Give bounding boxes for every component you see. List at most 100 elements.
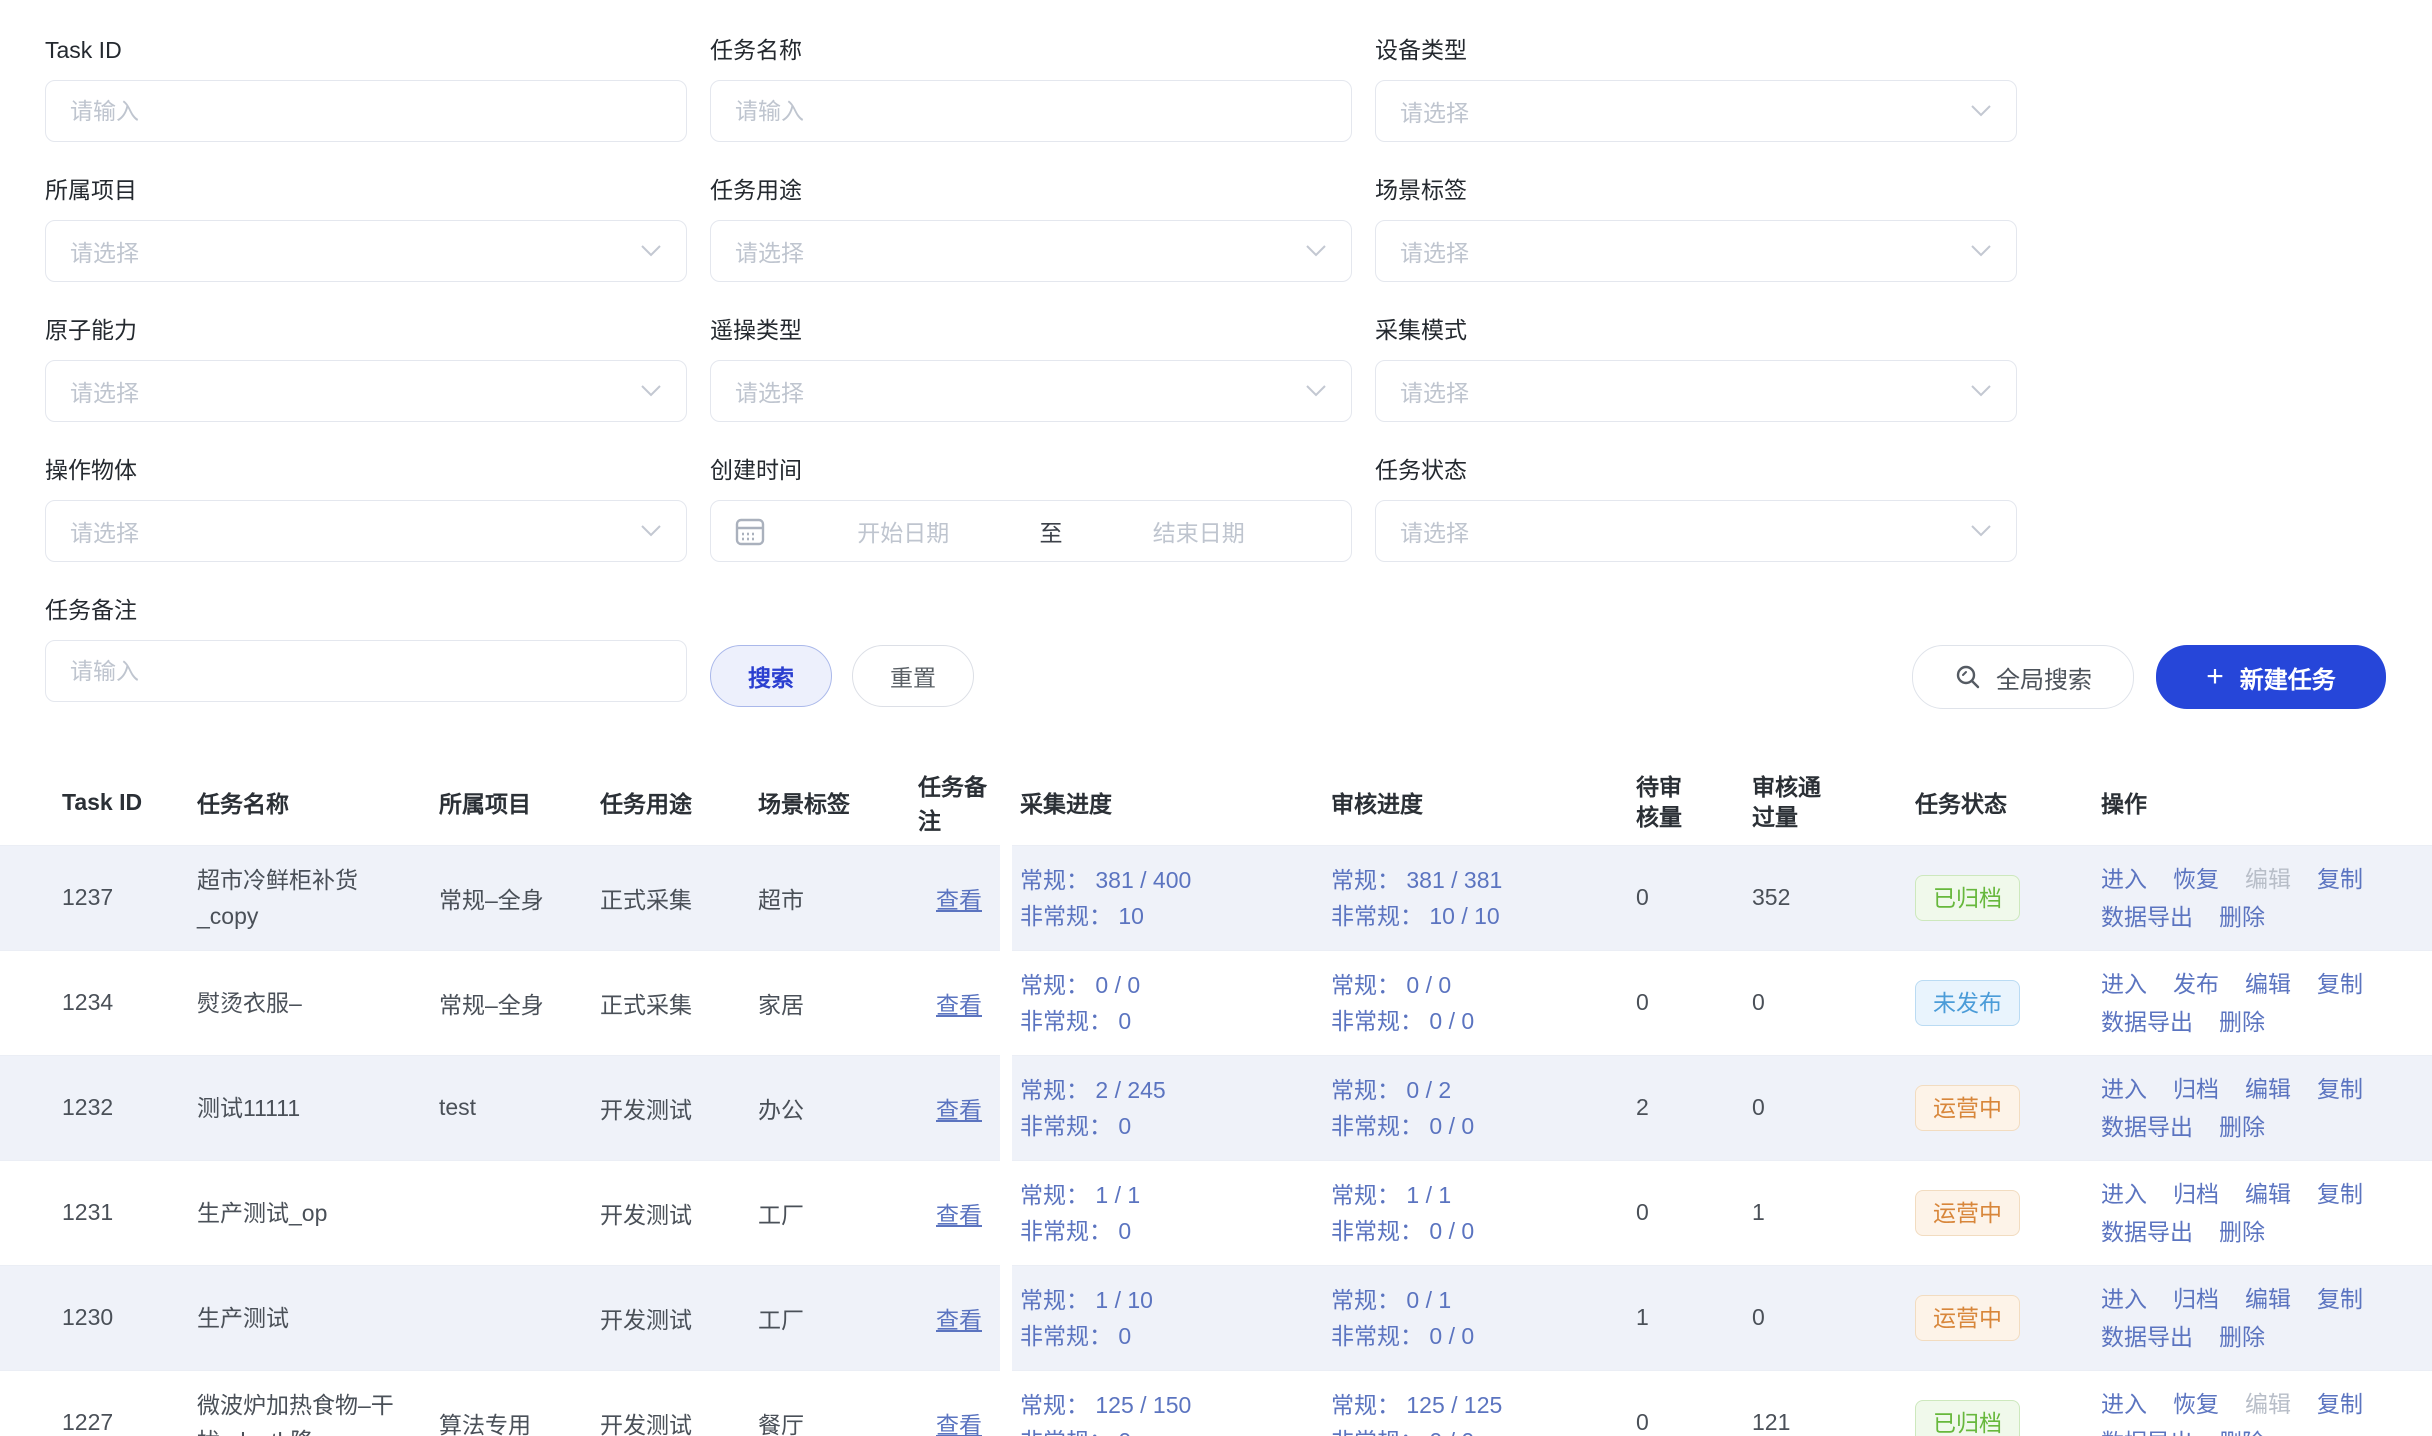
view-note-link[interactable]: 查看 — [936, 1307, 982, 1333]
row-action-link[interactable]: 发布 — [2173, 965, 2219, 1003]
collect-irregular: 非常规： 0 — [1020, 1213, 1307, 1249]
column-header-collect: 采集进度 — [1020, 760, 1331, 845]
row-action-link[interactable]: 进入 — [2101, 965, 2147, 1003]
atomic-select[interactable]: 请选择 — [45, 360, 687, 422]
row-action-link[interactable]: 删除 — [2219, 1318, 2265, 1356]
chevron-down-icon — [640, 244, 662, 258]
purpose-cell: 开发测试 — [600, 1370, 758, 1436]
search-button[interactable]: 搜索 — [710, 645, 832, 707]
row-action-link[interactable]: 删除 — [2219, 1003, 2265, 1041]
actions-cell: 进入归档编辑复制数据导出删除 — [2101, 1160, 2432, 1265]
task-id-cell: 1230 — [0, 1265, 197, 1370]
scene-tag-select[interactable]: 请选择 — [1375, 220, 2017, 282]
view-note-link[interactable]: 查看 — [936, 1202, 982, 1228]
toolbar-right: 全局搜索 + 新建任务 — [1912, 645, 2386, 709]
row-action-link[interactable]: 进入 — [2101, 1385, 2147, 1423]
collect-progress-cell: 常规： 125 / 150 非常规： 0 — [1020, 1370, 1331, 1436]
row-action-link[interactable]: 复制 — [2317, 860, 2363, 898]
collect-irregular: 非常规： 0 — [1020, 1108, 1307, 1144]
project-cell: 常规–全身 — [439, 845, 600, 950]
collect-irregular: 非常规： 0 — [1020, 1318, 1307, 1354]
row-action-link[interactable]: 进入 — [2101, 860, 2147, 898]
view-note-link[interactable]: 查看 — [936, 1097, 982, 1123]
project-select[interactable]: 请选择 — [45, 220, 687, 282]
row-action-link[interactable]: 编辑 — [2245, 1280, 2291, 1318]
pending-count-cell: 0 — [1636, 1370, 1752, 1436]
task-name-input[interactable] — [710, 80, 1352, 142]
status-cell: 运营中 — [1915, 1055, 2101, 1160]
status-badge: 运营中 — [1915, 1085, 2020, 1131]
reset-button[interactable]: 重置 — [852, 645, 974, 707]
task-table: Task ID 任务名称 所属项目 任务用途 场景标签 任务备注 采集进度 审核… — [0, 760, 2432, 1436]
row-action-link[interactable]: 编辑 — [2245, 965, 2291, 1003]
filter-label: 场景标签 — [1375, 176, 2017, 204]
view-note-link[interactable]: 查看 — [936, 1412, 982, 1436]
row-action-link[interactable]: 删除 — [2219, 1423, 2265, 1436]
collect-regular: 常规： 1 / 10 — [1020, 1282, 1307, 1318]
row-action-link[interactable]: 恢复 — [2173, 860, 2219, 898]
row-action-link[interactable]: 数据导出 — [2101, 898, 2193, 936]
row-action-link[interactable]: 复制 — [2317, 1280, 2363, 1318]
collect-mode-select[interactable]: 请选择 — [1375, 360, 2017, 422]
audit-progress-cell: 常规： 381 / 381 非常规： 10 / 10 — [1331, 845, 1636, 950]
row-actions: 进入发布编辑复制数据导出删除 — [2101, 971, 2389, 1035]
row-action-link[interactable]: 归档 — [2173, 1070, 2219, 1108]
fixed-column-divider — [1000, 760, 1012, 1436]
filter-label: 任务名称 — [710, 36, 1352, 64]
row-action-link[interactable]: 数据导出 — [2101, 1318, 2193, 1356]
remark-input[interactable] — [45, 640, 687, 702]
row-action-link[interactable]: 数据导出 — [2101, 1003, 2193, 1041]
row-action-link[interactable]: 恢复 — [2173, 1385, 2219, 1423]
status-cell: 已归档 — [1915, 1370, 2101, 1436]
audit-irregular: 非常规： 0 / 0 — [1331, 1108, 1612, 1144]
purpose-select[interactable]: 请选择 — [710, 220, 1352, 282]
collect-progress-cell: 常规： 2 / 245 非常规： 0 — [1020, 1055, 1331, 1160]
status-badge: 运营中 — [1915, 1190, 2020, 1236]
row-action-link[interactable]: 复制 — [2317, 1175, 2363, 1213]
filter-created-time: 创建时间 开始日期 至 结束日期 — [710, 456, 1352, 562]
row-action-link[interactable]: 归档 — [2173, 1175, 2219, 1213]
scene-cell: 工厂 — [758, 1265, 918, 1370]
row-action-link[interactable]: 删除 — [2219, 898, 2265, 936]
collect-progress-cell: 常规： 381 / 400 非常规： 10 — [1020, 845, 1331, 950]
row-action-link[interactable]: 编辑 — [2245, 1070, 2291, 1108]
status-select[interactable]: 请选择 — [1375, 500, 2017, 562]
start-date-field[interactable]: 开始日期 — [773, 514, 1034, 548]
audit-irregular: 非常规： 0 / 0 — [1331, 1318, 1612, 1354]
end-date-field[interactable]: 结束日期 — [1069, 514, 1330, 548]
row-action-link[interactable]: 进入 — [2101, 1070, 2147, 1108]
task-id-cell: 1227 — [0, 1370, 197, 1436]
global-search-button[interactable]: 全局搜索 — [1912, 645, 2134, 709]
row-action-link[interactable]: 数据导出 — [2101, 1108, 2193, 1146]
view-note-link[interactable]: 查看 — [936, 992, 982, 1018]
audit-progress-cell: 常规： 0 / 0 非常规： 0 / 0 — [1331, 950, 1636, 1055]
new-task-button[interactable]: + 新建任务 — [2156, 645, 2386, 709]
teleop-select[interactable]: 请选择 — [710, 360, 1352, 422]
filter-label: 创建时间 — [710, 456, 1352, 484]
row-action-link[interactable]: 数据导出 — [2101, 1423, 2193, 1436]
row-action-link[interactable]: 数据导出 — [2101, 1213, 2193, 1251]
filter-atomic: 原子能力 请选择 — [45, 316, 687, 422]
row-action-link[interactable]: 复制 — [2317, 1070, 2363, 1108]
row-action-link[interactable]: 删除 — [2219, 1108, 2265, 1146]
task-id-input[interactable] — [45, 80, 687, 142]
row-action-link[interactable]: 编辑 — [2245, 1175, 2291, 1213]
filter-label: 操作物体 — [45, 456, 687, 484]
row-actions: 进入归档编辑复制数据导出删除 — [2101, 1076, 2389, 1140]
row-action-link[interactable]: 进入 — [2101, 1175, 2147, 1213]
scene-cell: 办公 — [758, 1055, 918, 1160]
row-action-link[interactable]: 进入 — [2101, 1280, 2147, 1318]
device-type-select[interactable]: 请选择 — [1375, 80, 2017, 142]
search-icon — [1954, 663, 1982, 691]
view-note-link[interactable]: 查看 — [936, 887, 982, 913]
row-action-link[interactable]: 复制 — [2317, 1385, 2363, 1423]
pending-count-cell: 0 — [1636, 845, 1752, 950]
table-header-row: Task ID 任务名称 所属项目 任务用途 场景标签 任务备注 采集进度 审核… — [0, 760, 2432, 845]
row-action-link[interactable]: 复制 — [2317, 965, 2363, 1003]
column-header-status: 任务状态 — [1915, 760, 2101, 845]
row-action-link[interactable]: 删除 — [2219, 1213, 2265, 1251]
row-action-link[interactable]: 归档 — [2173, 1280, 2219, 1318]
collect-progress-cell: 常规： 0 / 0 非常规： 0 — [1020, 950, 1331, 1055]
object-select[interactable]: 请选择 — [45, 500, 687, 562]
date-range-picker[interactable]: 开始日期 至 结束日期 — [710, 500, 1352, 562]
